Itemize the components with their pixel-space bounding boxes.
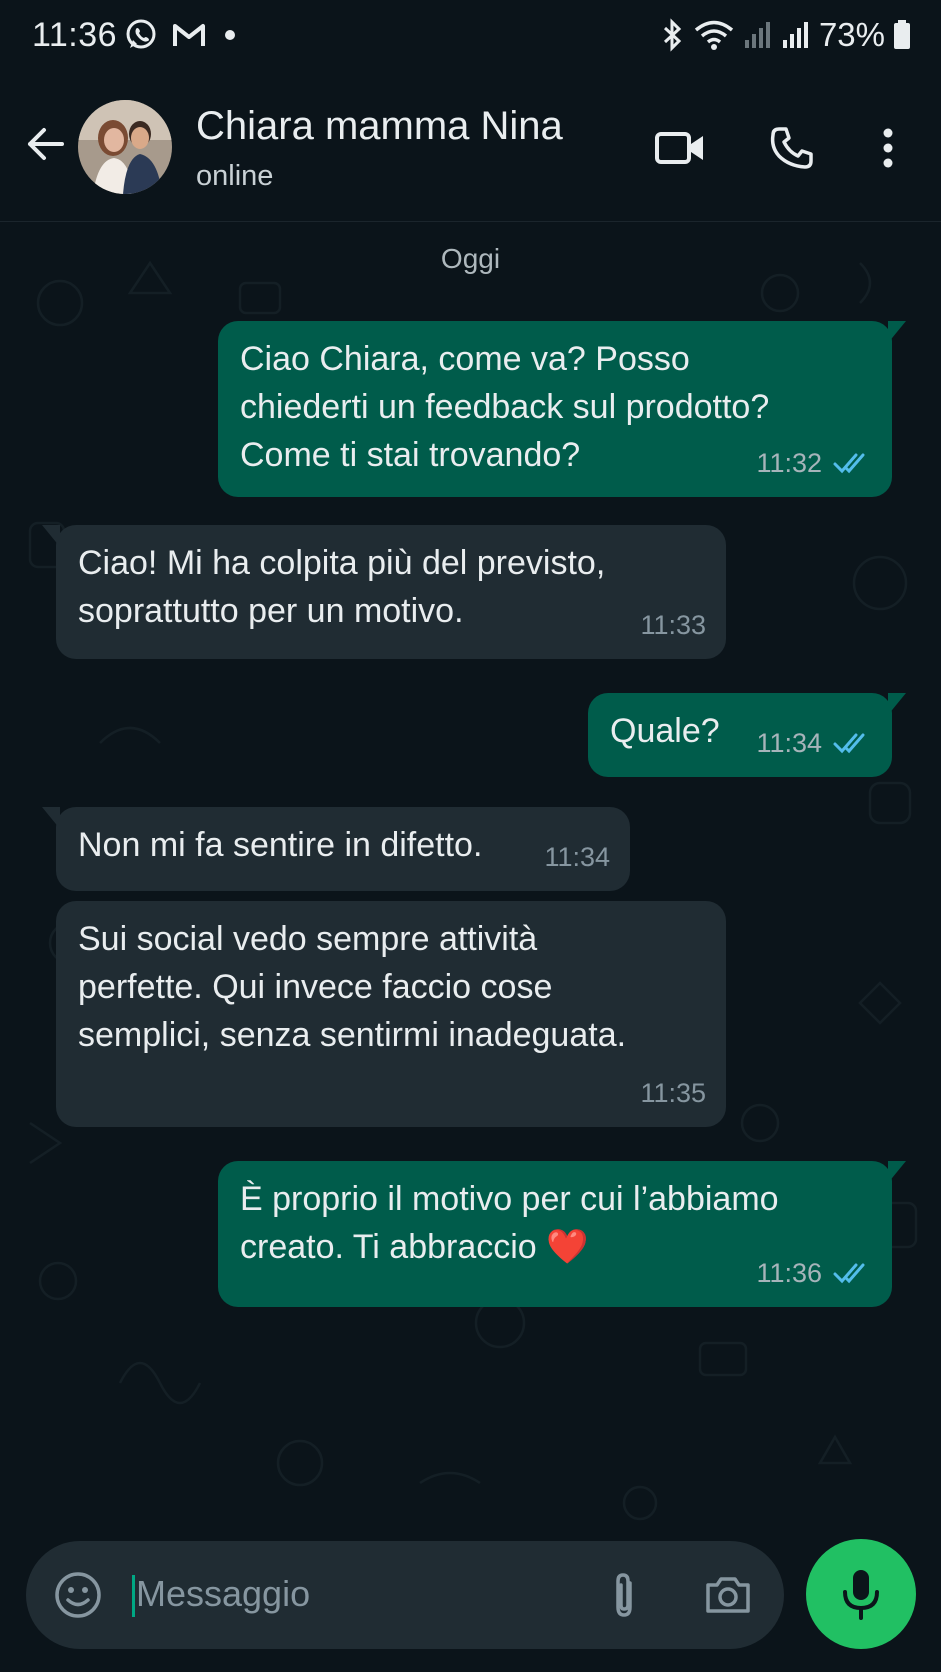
message-time: 11:34 [756,728,822,758]
message-bubble-incoming[interactable]: Sui social vedo sempre attività perfette… [56,901,726,1127]
more-vert-icon [883,128,893,168]
message-text: perfette. Qui invece faccio cose [78,968,553,1006]
message-text: È proprio il motivo per cui l’abbiamo [240,1180,779,1218]
video-call-button[interactable] [652,120,708,176]
message-text: Sui social vedo sempre attività [78,920,538,958]
status-left-icons [124,18,240,52]
mic-icon [843,1570,879,1620]
text-caret [132,1575,135,1617]
message-text: chiederti un feedback sul prodotto? [240,388,770,426]
emoji-icon [55,1572,101,1618]
read-ticks-icon [833,453,865,474]
camera-icon [706,1577,750,1613]
message-time: 11:34 [544,842,610,872]
back-button[interactable] [22,120,70,168]
message-meta: 11:33 [640,601,706,649]
chat-header: Chiara mamma Nina online [0,76,941,222]
message-meta: 11:34 [544,833,610,881]
read-ticks-icon [833,733,865,754]
input-bar: Messaggio [0,1533,941,1672]
message-bubble-incoming[interactable]: Ciao! Mi ha colpita più del previsto, so… [42,525,726,659]
message-bubble-outgoing[interactable]: Ciao Chiara, come va? Posso chiederti un… [218,321,906,497]
voice-call-button[interactable] [764,120,820,176]
message-bubble-incoming[interactable]: Non mi fa sentire in difetto. 11:34 [42,807,630,891]
wifi-icon [694,20,734,50]
signal-icon [744,22,770,48]
message-bubble-outgoing[interactable]: Quale? 11:34 [588,693,906,777]
message-text: Non mi fa sentire in difetto. [78,826,483,864]
message-text: Ciao Chiara, come va? Posso [240,340,690,378]
whatsapp-icon [126,19,156,49]
attach-button[interactable] [602,1569,646,1621]
gmail-icon [173,24,205,46]
battery-percentage: 73% [818,16,885,53]
message-time: 11:32 [756,448,822,478]
video-call-icon [655,132,703,164]
camera-button[interactable] [702,1569,754,1621]
message-time: 11:35 [640,1078,706,1108]
message-bubble-outgoing[interactable]: È proprio il motivo per cui l’abbiamo cr… [218,1161,906,1307]
message-meta: 11:35 [640,1069,706,1117]
avatar[interactable] [78,100,172,194]
attach-icon [616,1573,632,1617]
message-input[interactable]: Messaggio [136,1573,310,1615]
contact-name[interactable]: Chiara mamma Nina [196,104,563,149]
dot-icon [225,30,235,40]
chat-area[interactable]: Oggi Ciao Chiara, come va? Posso chieder… [0,223,941,1533]
read-ticks-icon [833,1263,865,1284]
message-composer[interactable]: Messaggio [26,1541,784,1649]
message-time: 11:36 [756,1258,822,1288]
emoji-button[interactable] [52,1569,104,1621]
battery-icon [894,20,910,49]
message-text: Ciao! Mi ha colpita più del previsto, [78,544,606,582]
message-text: soprattutto per un motivo. [78,592,464,630]
status-right-icons: 73% [659,16,911,54]
message-time: 11:33 [640,610,706,640]
status-bar: 11:36 73% [0,0,941,76]
date-separator: Oggi [440,243,501,274]
voice-message-button[interactable] [806,1539,916,1649]
message-meta: 11:36 [756,1249,872,1297]
bluetooth-icon [663,18,682,52]
status-time: 11:36 [32,16,118,54]
message-meta: 11:34 [756,719,872,767]
signal-icon [782,22,808,48]
more-options-button[interactable] [860,120,916,176]
contact-status: online [196,160,274,192]
back-arrow-icon [28,128,64,160]
message-meta: 11:32 [756,439,872,487]
message-text: semplici, senza sentirmi inadeguata. [78,1016,627,1054]
phone-icon [770,127,813,169]
